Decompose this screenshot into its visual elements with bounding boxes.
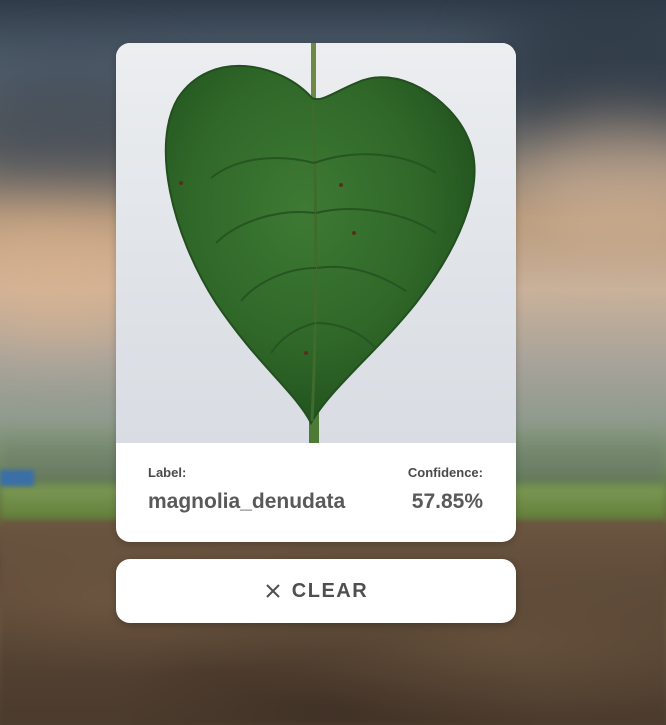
clear-button[interactable]: CLEAR	[116, 559, 516, 623]
label-heading: Label:	[148, 465, 187, 480]
close-icon	[264, 582, 282, 600]
prediction-card: Label: Confidence: magnolia_denudata 57.…	[116, 43, 516, 542]
confidence-heading: Confidence:	[407, 465, 483, 480]
confidence-value: 57.85%	[411, 490, 483, 513]
clear-button-label: CLEAR	[291, 579, 369, 602]
result-panel: Label: Confidence: magnolia_denudata 57.…	[116, 443, 516, 542]
leaf-image	[164, 43, 476, 443]
leaf-photo	[116, 43, 516, 443]
predicted-label: magnolia_denudata	[148, 490, 346, 513]
